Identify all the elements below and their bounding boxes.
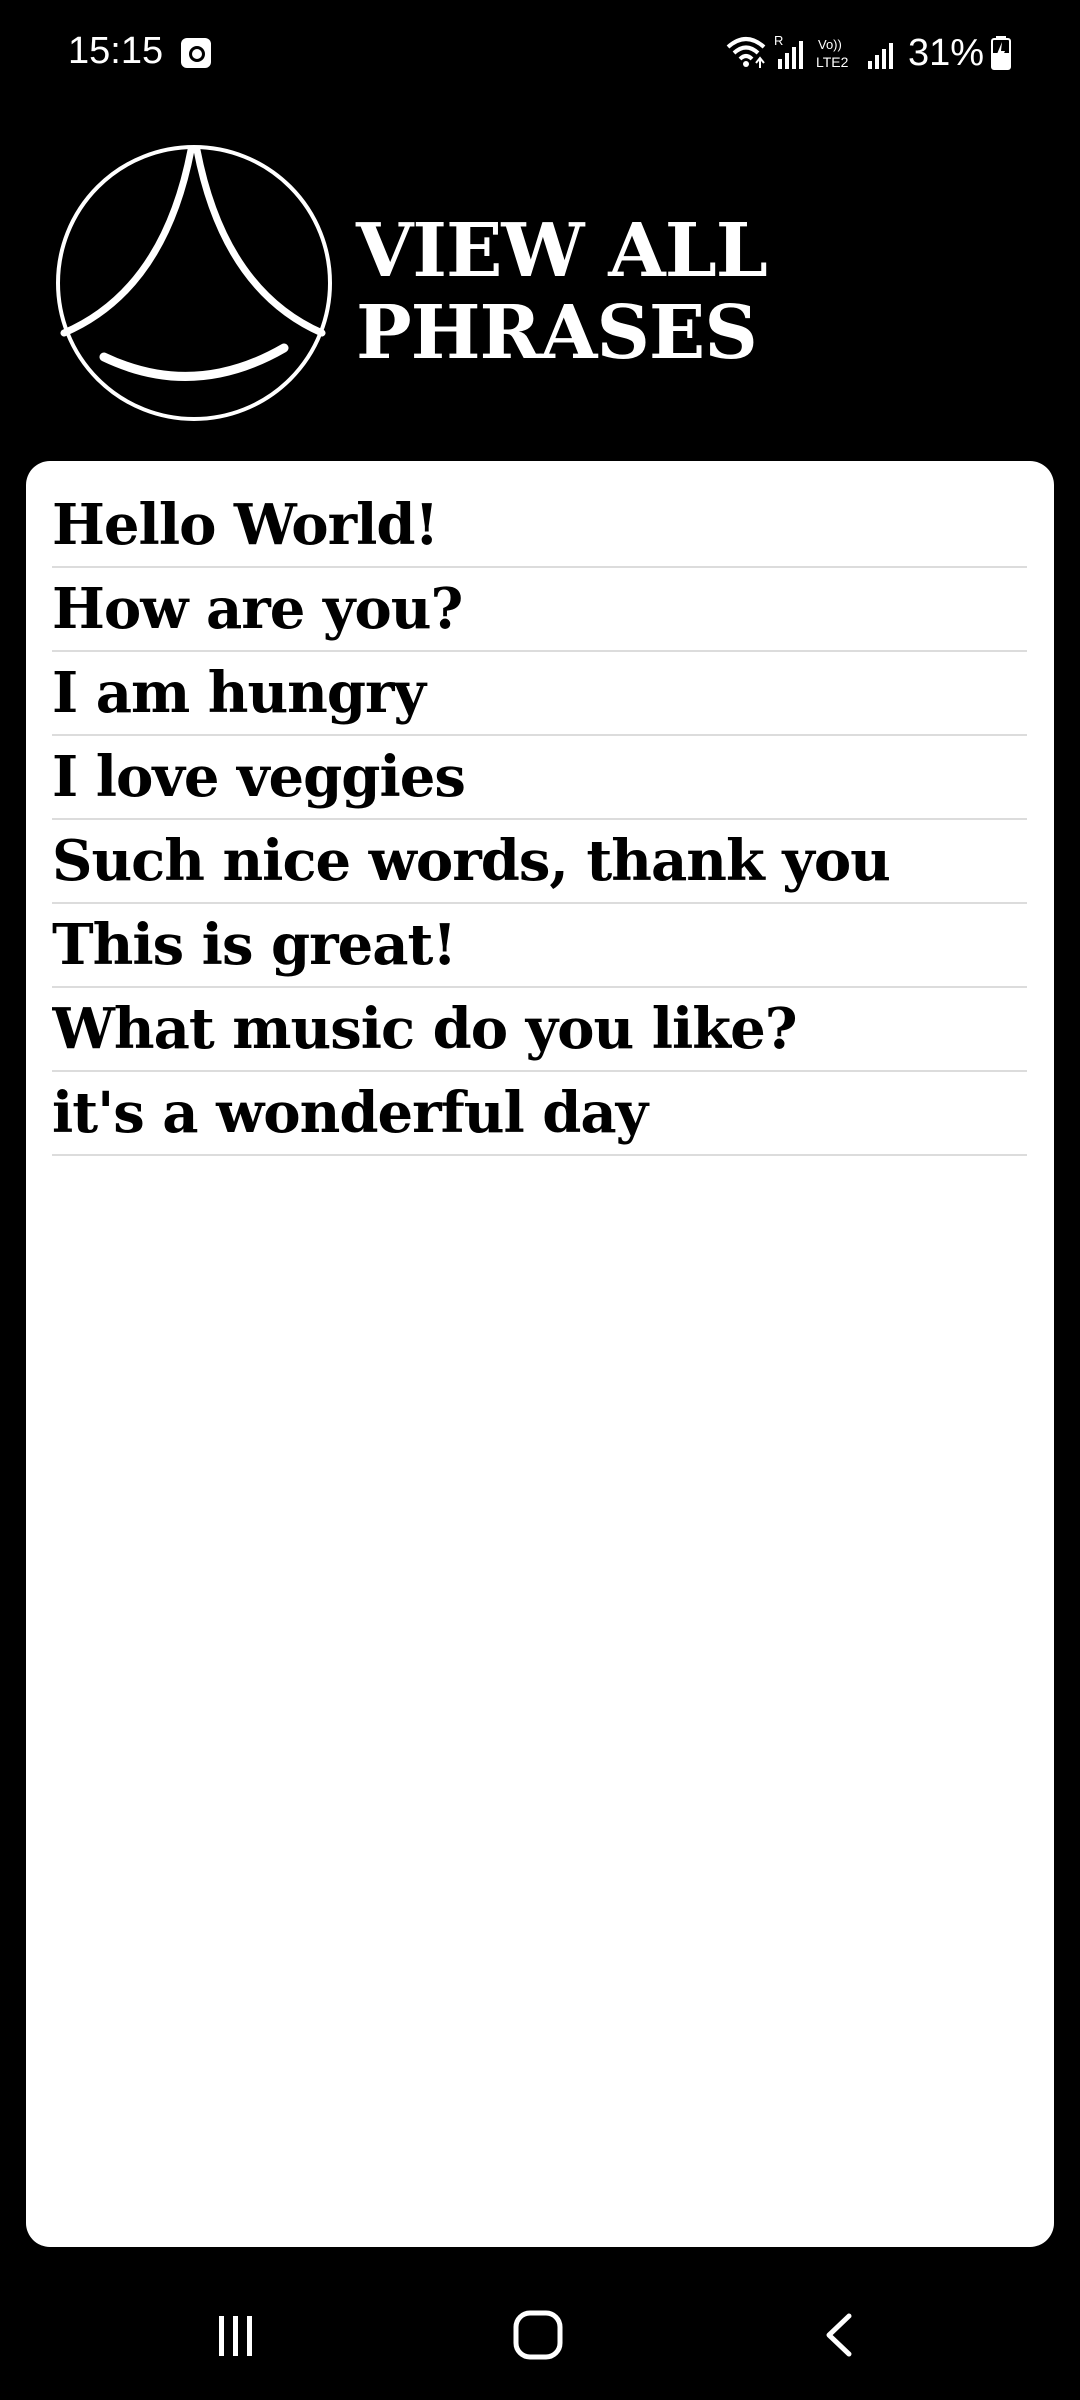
svg-text:LTE2: LTE2 [816,54,849,70]
back-button[interactable] [780,2270,900,2400]
home-button[interactable] [478,2270,598,2400]
phrase-item[interactable]: How are you? [52,568,1027,652]
status-time: 15:15 [68,30,164,72]
page-title: VIEW ALL PHRASES [356,208,768,376]
phrase-item[interactable]: This is great! [52,904,1027,988]
system-navigation-bar [0,2270,1080,2400]
recent-apps-icon [219,2316,252,2356]
signal-strength-icon-sim2 [867,43,893,69]
app-logo [56,145,332,421]
phrases-card: Hello World! How are you? I am hungry I … [26,461,1054,2247]
back-icon [826,2313,852,2357]
signal-strength-icon-sim1: R [774,33,803,69]
phrase-item[interactable]: What music do you like? [52,988,1027,1072]
phrase-item[interactable]: I am hungry [52,652,1027,736]
notification-app-icon [181,38,211,68]
home-icon [513,2310,563,2360]
page-header: VIEW ALL PHRASES [0,140,1080,440]
phrase-item[interactable]: I love veggies [52,736,1027,820]
status-bar: 15:15 R Vo)) LTE2 31% [0,0,1080,110]
wifi-icon [726,37,766,68]
phrase-item[interactable]: it's a wonderful day [52,1072,1027,1156]
phrase-item[interactable]: Such nice words, thank you [52,820,1027,904]
battery-percent: 31% [907,31,984,74]
status-indicators: R Vo)) LTE2 31% [724,28,1012,78]
roaming-label: R [774,33,783,48]
volte-lte-icon: Vo)) LTE2 [816,37,849,70]
recent-apps-button[interactable] [176,2270,296,2400]
svg-text:Vo)): Vo)) [818,37,842,52]
phrase-list: Hello World! How are you? I am hungry I … [52,484,1027,1156]
phrase-item[interactable]: Hello World! [52,484,1027,568]
battery-charging-icon [991,36,1011,70]
